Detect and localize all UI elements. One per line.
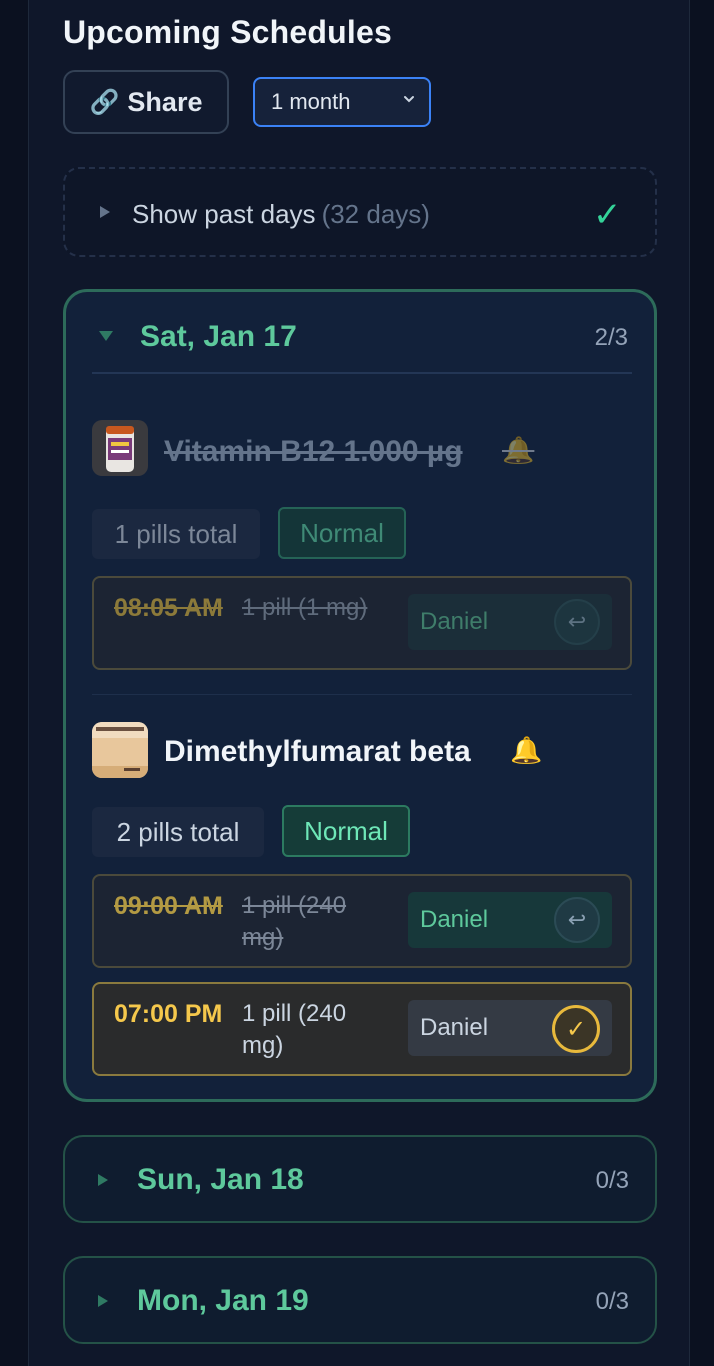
medication-thumbnail [92,420,148,476]
day-progress: 0/3 [595,1288,629,1315]
dose-person: Daniel ↩ [408,594,612,650]
undo-button[interactable]: ↩ [554,897,600,943]
undo-icon: ↩ [567,609,587,634]
caret-down-icon [99,331,113,341]
chevron-down-icon [404,96,414,103]
schedules-panel: Upcoming Schedules 🔗 Share 1 month Show … [28,0,690,1366]
undo-icon: ↩ [567,907,587,932]
pills-total-chip: 2 pills total [92,807,264,857]
dose-person: Daniel ✓ [408,1000,612,1056]
dose-person: Daniel ↩ [408,892,612,948]
medication-name: Dimethylfumarat beta [164,735,471,768]
past-days-text: Show past days [132,199,316,229]
check-icon: ✓ [565,1015,587,1043]
dose-person-name: Daniel [420,906,489,933]
caret-right-icon [98,1174,108,1186]
share-button-label: Share [127,86,203,117]
caret-right-icon [100,206,110,218]
day-date: Sat, Jan 17 [140,320,297,353]
day-header[interactable]: Sat, Jan 17 2/3 [66,292,654,374]
mark-taken-button[interactable]: ✓ [552,1005,600,1053]
dose-person-name: Daniel [420,608,489,635]
dose-row: 08:05 AM 1 pill (1 mg) Daniel ↩ [92,576,632,670]
range-select-value: 1 month [271,89,351,114]
dose-person-name: Daniel [420,1014,489,1041]
undo-button[interactable]: ↩ [554,599,600,645]
day-card-sun-jan-18[interactable]: Sun, Jan 18 0/3 [63,1135,657,1223]
share-button[interactable]: 🔗 Share [63,70,229,134]
dose-amount: 1 pill (240 mg) [242,1000,347,1059]
dose-row: 09:00 AM 1 pill (240 mg) Daniel ↩ [92,874,632,968]
divider [92,694,632,695]
priority-chip: Normal [278,507,406,559]
bell-icon: 🔔 [502,435,535,465]
divider [92,372,632,374]
bell-icon: 🔔 [510,735,543,765]
past-days-label: Show past days (32 days) [132,199,430,230]
range-select[interactable]: 1 month [253,77,431,127]
dose-row: 07:00 PM 1 pill (240 mg) Daniel ✓ [92,982,632,1076]
link-icon: 🔗 [89,88,120,116]
caret-right-icon [98,1295,108,1307]
dose-amount: 1 pill (1 mg) [242,594,368,621]
priority-chip: Normal [282,805,410,857]
medication-thumbnail [92,722,148,778]
day-card-sat-jan-17: Sat, Jan 17 2/3 Vitamin B12 1.000 µg 🔔 1… [63,289,657,1102]
day-progress: 2/3 [594,324,628,351]
dose-time: 09:00 AM [114,892,223,920]
show-past-days-toggle[interactable]: Show past days (32 days) ✓ [63,167,657,257]
medication-name: Vitamin B12 1.000 µg [164,435,463,468]
pills-total-chip: 1 pills total [92,509,260,559]
day-progress: 0/3 [595,1167,629,1194]
dose-time: 07:00 PM [114,1000,223,1028]
day-date: Mon, Jan 19 [137,1284,309,1317]
day-card-mon-jan-19[interactable]: Mon, Jan 19 0/3 [63,1256,657,1344]
day-date: Sun, Jan 18 [137,1163,304,1196]
page-title: Upcoming Schedules [63,14,392,50]
dose-amount: 1 pill (240 mg) [242,892,347,951]
checkmark-icon: ✓ [593,196,622,234]
dose-time: 08:05 AM [114,594,223,622]
past-days-count: (32 days) [321,199,430,229]
